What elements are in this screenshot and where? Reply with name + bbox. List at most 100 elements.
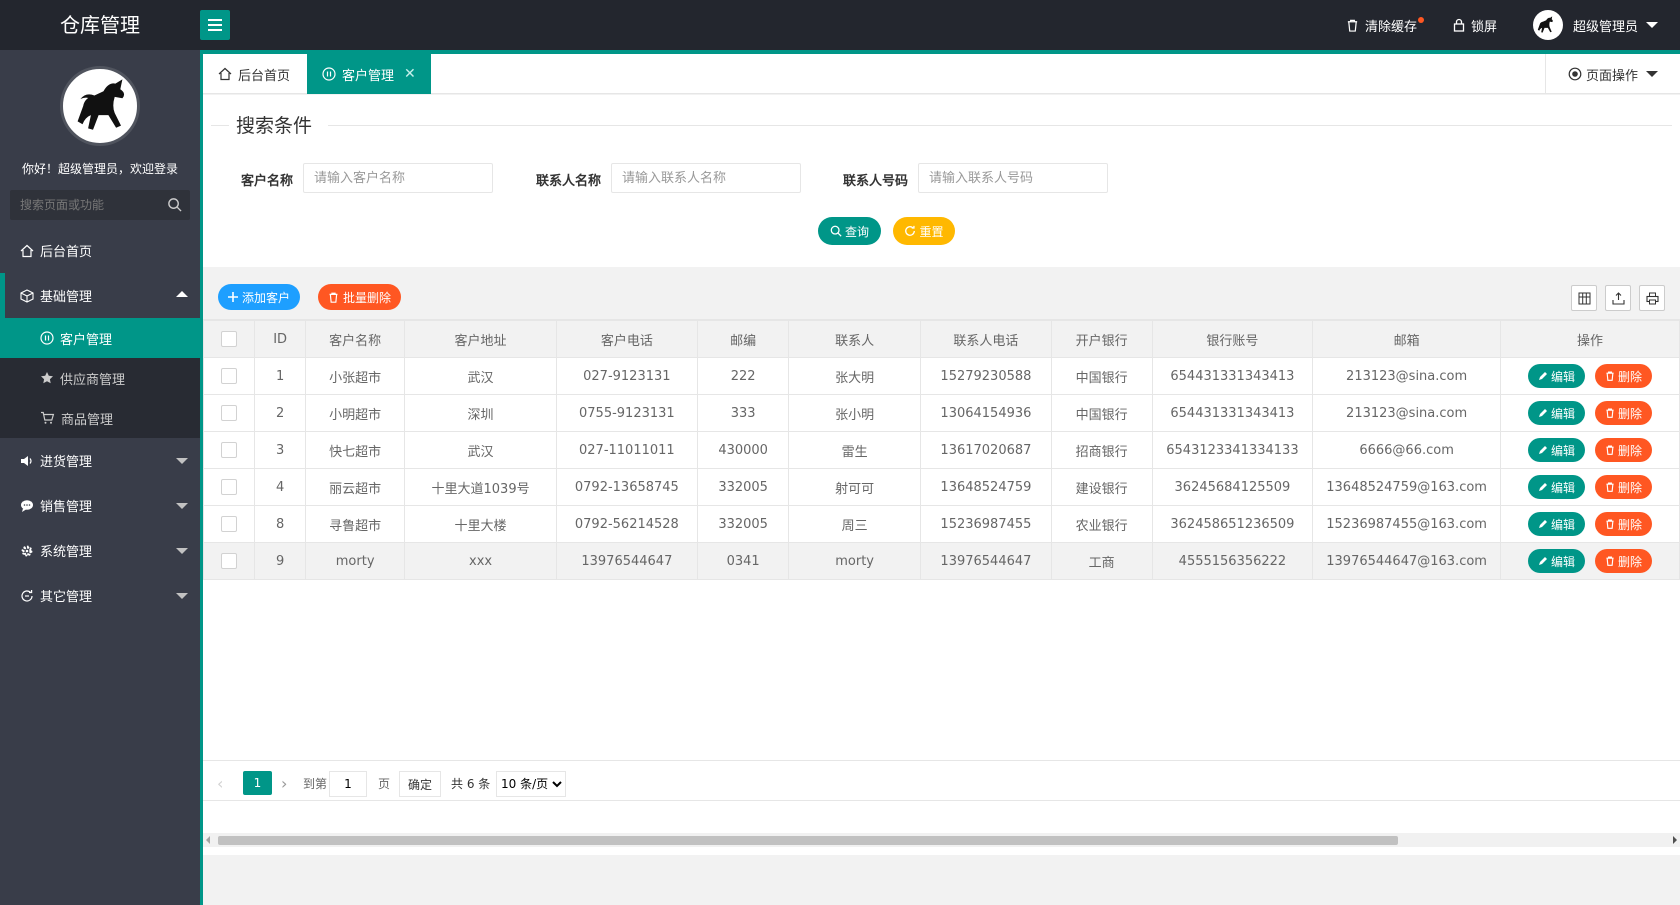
page-operations-menu[interactable]: 页面操作 <box>1545 54 1680 94</box>
table-cell: 十里大楼 <box>404 505 557 543</box>
delete-button[interactable]: 删除 <box>1594 549 1652 573</box>
row-checkbox[interactable] <box>221 368 238 384</box>
columns-icon <box>1578 292 1590 304</box>
sidebar-item-customers[interactable]: 客户管理 <box>0 318 200 358</box>
table-cell: 213123@sina.com <box>1312 394 1501 432</box>
lock-screen-button[interactable]: 锁屏 <box>1435 0 1515 50</box>
columns-filter-button[interactable] <box>1571 285 1597 311</box>
contact-phone-input[interactable] <box>918 163 1108 193</box>
delete-label: 删除 <box>1617 517 1642 532</box>
sidebar-item-basic[interactable]: 基础管理 <box>0 273 200 318</box>
batch-delete-button[interactable]: 批量删除 <box>318 284 402 310</box>
delete-button[interactable]: 删除 <box>1594 475 1652 499</box>
export-button[interactable] <box>1605 285 1631 311</box>
tab-customers[interactable]: 客户管理 ✕ <box>307 54 431 94</box>
customer-name-input[interactable] <box>303 163 493 193</box>
next-page-icon[interactable]: › <box>281 771 287 795</box>
sidebar-item-home[interactable]: 后台首页 <box>0 228 200 273</box>
edit-button[interactable]: 编辑 <box>1527 438 1585 462</box>
delete-button[interactable]: 删除 <box>1594 401 1652 425</box>
edit-button[interactable]: 编辑 <box>1527 512 1585 536</box>
table-cell: 小张超市 <box>304 357 406 395</box>
reset-button[interactable]: 重置 <box>893 217 955 245</box>
scroll-right-icon[interactable] <box>1673 836 1677 844</box>
column-header[interactable]: 邮箱 <box>1312 320 1501 358</box>
print-button[interactable] <box>1639 285 1665 311</box>
sidebar-item-system[interactable]: 系统管理 <box>0 528 200 573</box>
sidebar-item-purchase[interactable]: 进货管理 <box>0 438 200 483</box>
column-header[interactable]: ID <box>254 320 306 358</box>
row-checkbox[interactable] <box>221 442 238 458</box>
sidebar-item-products[interactable]: 商品管理 <box>0 398 200 438</box>
hamburger-icon <box>208 19 222 21</box>
column-header[interactable]: 联系人 <box>788 320 922 358</box>
table-cell: 9 <box>254 542 306 580</box>
search-icon <box>830 225 842 237</box>
delete-button[interactable]: 删除 <box>1594 364 1652 388</box>
horizontal-scrollbar[interactable] <box>203 833 1680 847</box>
table-cell: 武汉 <box>404 431 557 469</box>
column-header[interactable]: 银行账号 <box>1151 320 1314 358</box>
table-cell: 333 <box>697 394 790 432</box>
clear-cache-button[interactable]: 清除缓存 <box>1328 0 1435 50</box>
contact-phone-label: 联系人号码 <box>842 174 908 189</box>
sidebar-item-sales[interactable]: 销售管理 <box>0 483 200 528</box>
user-menu[interactable]: 超级管理员 <box>1515 0 1680 50</box>
table-cell: 332005 <box>697 505 790 543</box>
menu-toggle-button[interactable] <box>200 10 230 40</box>
table-cell: 213123@sina.com <box>1312 357 1501 395</box>
main-content: 搜索条件 客户名称 联系人名称 联系人号码 查询 重置 添加客户 批量删除 <box>202 95 1680 905</box>
table-cell: 2 <box>254 394 306 432</box>
actions-cell: 编辑 删除 <box>1499 357 1680 395</box>
row-checkbox[interactable] <box>221 405 238 421</box>
table-cell: 6543123341334133 <box>1151 431 1314 469</box>
search-title: 搜索条件 <box>233 111 316 138</box>
scrollbar-thumb[interactable] <box>218 836 1398 845</box>
table-row: 8 寻鲁超市 十里大楼 0792-56214528 332005 周三 1523698745… <box>202 505 1680 543</box>
edit-label: 编辑 <box>1550 554 1575 569</box>
delete-button[interactable]: 删除 <box>1594 438 1652 462</box>
goto-confirm-button[interactable]: 确定 <box>399 771 442 797</box>
query-button[interactable]: 查询 <box>818 217 881 245</box>
edit-button[interactable]: 编辑 <box>1527 475 1585 499</box>
row-checkbox[interactable] <box>221 479 238 495</box>
sidebar-item-suppliers[interactable]: 供应商管理 <box>0 358 200 398</box>
column-header[interactable]: 联系人电话 <box>920 320 1052 358</box>
search-icon[interactable] <box>167 197 182 212</box>
goto-page-input[interactable] <box>329 771 367 797</box>
scroll-left-icon[interactable] <box>206 836 210 844</box>
table-cell: 丽云超市 <box>304 468 406 506</box>
edit-button[interactable]: 编辑 <box>1527 364 1585 388</box>
sidebar-item-other[interactable]: 其它管理 <box>0 573 200 618</box>
table-cell: 中国银行 <box>1050 357 1153 395</box>
table-cell: 8 <box>254 505 306 543</box>
tab-home[interactable]: 后台首页 <box>203 54 307 94</box>
table-cell: 15236987455@163.com <box>1312 505 1501 543</box>
current-page-button[interactable]: 1 <box>243 771 272 795</box>
gear-icon <box>21 545 33 556</box>
add-customer-button[interactable]: 添加客户 <box>218 284 301 310</box>
app-title: 仓库管理 <box>60 13 140 37</box>
close-icon[interactable]: ✕ <box>404 66 416 82</box>
sidebar-search-input[interactable] <box>10 190 160 220</box>
column-header[interactable]: 开户银行 <box>1050 320 1153 358</box>
prev-page-icon[interactable]: ‹ <box>217 771 223 795</box>
edit-button[interactable]: 编辑 <box>1527 401 1585 425</box>
edit-label: 编辑 <box>1550 443 1575 458</box>
column-header[interactable]: 邮编 <box>697 320 790 358</box>
chevron-down-icon <box>176 548 188 554</box>
trash-icon <box>1606 519 1614 529</box>
table-cell: 027-11011011 <box>555 431 699 469</box>
notification-dot <box>1417 17 1424 23</box>
row-checkbox[interactable] <box>221 553 238 569</box>
page-size-select[interactable]: 10 条/页 <box>496 771 566 797</box>
column-header[interactable]: 客户电话 <box>555 320 699 358</box>
select-all-checkbox[interactable] <box>221 331 238 347</box>
delete-button[interactable]: 删除 <box>1594 512 1652 536</box>
edit-button[interactable]: 编辑 <box>1527 549 1585 573</box>
column-header[interactable]: 客户名称 <box>304 320 406 358</box>
contact-name-input[interactable] <box>611 163 801 193</box>
row-checkbox[interactable] <box>221 516 238 532</box>
column-header[interactable]: 客户地址 <box>404 320 557 358</box>
row-select-cell <box>202 542 256 580</box>
